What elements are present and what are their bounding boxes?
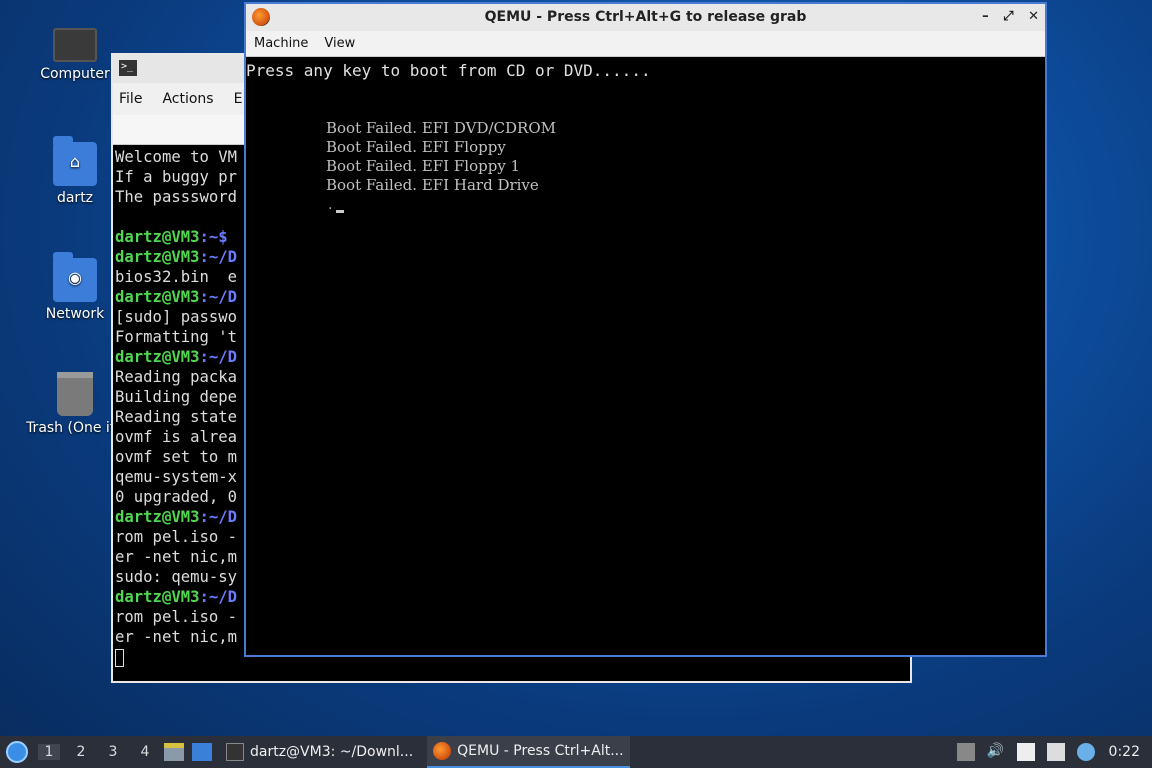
network-icon[interactable]	[1046, 743, 1065, 761]
system-tray: 🔊	[951, 743, 1101, 761]
menu-file[interactable]: File	[119, 91, 142, 107]
task-label: QEMU - Press Ctrl+Alt...	[457, 743, 624, 759]
text-cursor	[336, 210, 344, 213]
start-menu-icon[interactable]	[6, 741, 28, 763]
terminal-line: bios32.bin e	[115, 268, 238, 286]
prompt-user: dartz@VM3	[115, 348, 200, 366]
boot-failed-line: Boot Failed. EFI Floppy 1	[326, 157, 521, 175]
volume-icon[interactable]: 🔊	[987, 743, 1005, 761]
terminal-line: ovmf set to m	[115, 448, 238, 466]
terminal-cursor	[115, 648, 124, 667]
task-label: dartz@VM3: ~/Downl...	[250, 744, 414, 760]
prompt-path: :~$	[199, 228, 228, 246]
prompt-path: :~/D	[199, 348, 238, 366]
terminal-line: rom pel.iso -	[115, 528, 238, 546]
home-folder-icon: ⌂	[53, 136, 97, 186]
boot-failed-line: Boot Failed. EFI DVD/CDROM	[326, 119, 557, 137]
terminal-line: rom pel.iso -	[115, 608, 238, 626]
boot-dot: .	[328, 197, 333, 213]
terminal-line: If a buggy pr	[115, 168, 238, 186]
updates-icon[interactable]	[956, 743, 975, 761]
trash-icon	[57, 372, 93, 416]
file-manager-icon[interactable]	[164, 743, 184, 761]
terminal-line: Formatting 't	[115, 328, 238, 346]
terminal-line: qemu-system-x	[115, 468, 238, 486]
terminal-icon	[226, 743, 244, 761]
close-icon[interactable]: ✕	[1028, 9, 1039, 24]
terminal-line: er -net nic,m	[115, 548, 238, 566]
prompt-user: dartz@VM3	[115, 588, 200, 606]
workspace-3[interactable]: 3	[102, 744, 124, 760]
menu-view[interactable]: View	[324, 36, 355, 51]
terminal-line: sudo: qemu-sy	[115, 568, 238, 586]
qemu-titlebar[interactable]: QEMU - Press Ctrl+Alt+G to release grab …	[246, 4, 1045, 31]
prompt-path: :~/D	[199, 248, 238, 266]
qemu-display[interactable]: Press any key to boot from CD or DVD....…	[246, 57, 1045, 655]
clock[interactable]: 0:22	[1109, 744, 1140, 760]
workspace-2[interactable]: 2	[70, 744, 92, 760]
terminal-icon: >_	[119, 60, 137, 76]
boot-failed-line: Boot Failed. EFI Floppy	[326, 138, 506, 156]
qemu-menubar: Machine View	[246, 31, 1045, 57]
network-folder-icon: ◉	[53, 252, 97, 302]
qemu-logo-icon	[433, 742, 452, 760]
prompt-path: :~/D	[199, 288, 238, 306]
menu-actions[interactable]: Actions	[162, 91, 213, 107]
menu-edit[interactable]: E	[234, 91, 243, 107]
workspace-4[interactable]: 4	[134, 744, 156, 760]
terminal-line: [sudo] passwo	[115, 308, 238, 326]
boot-prompt: Press any key to boot from CD or DVD....…	[246, 61, 651, 80]
prompt-user: dartz@VM3	[115, 288, 200, 306]
maximize-icon[interactable]: ⤢	[1003, 9, 1013, 24]
terminal-line: 0 upgraded, 0	[115, 488, 238, 506]
prompt-path: :~/D	[199, 588, 238, 606]
clipboard-icon[interactable]	[1016, 743, 1035, 761]
prompt-user: dartz@VM3	[115, 508, 200, 526]
terminal-line: Welcome to VM	[115, 148, 238, 166]
minimize-icon[interactable]: –	[982, 9, 989, 24]
workspace-1[interactable]: 1	[38, 744, 60, 760]
terminal-line: Building depe	[115, 388, 238, 406]
prompt-user: dartz@VM3	[115, 248, 200, 266]
terminal-line: Reading packa	[115, 368, 238, 386]
terminal-line: The passsword	[115, 188, 238, 206]
task-qemu[interactable]: QEMU - Press Ctrl+Alt...	[427, 736, 630, 768]
prompt-user: dartz@VM3	[115, 228, 200, 246]
taskbar: 1 2 3 4 dartz@VM3: ~/Downl... QEMU - Pre…	[0, 736, 1152, 768]
terminal-line: er -net nic,m	[115, 628, 238, 646]
menu-machine[interactable]: Machine	[254, 36, 308, 51]
computer-icon	[53, 28, 97, 62]
boot-failed-line: Boot Failed. EFI Hard Drive	[326, 176, 539, 194]
terminal-line: Reading state	[115, 408, 238, 426]
prompt-path: :~/D	[199, 508, 238, 526]
qemu-title: QEMU - Press Ctrl+Alt+G to release grab	[484, 9, 807, 25]
notification-icon[interactable]	[1076, 743, 1095, 761]
task-terminal[interactable]: dartz@VM3: ~/Downl...	[220, 736, 419, 768]
show-desktop-icon[interactable]	[192, 743, 212, 761]
qemu-window[interactable]: QEMU - Press Ctrl+Alt+G to release grab …	[244, 2, 1047, 657]
qemu-logo-icon	[252, 8, 270, 26]
terminal-line: ovmf is alrea	[115, 428, 238, 446]
